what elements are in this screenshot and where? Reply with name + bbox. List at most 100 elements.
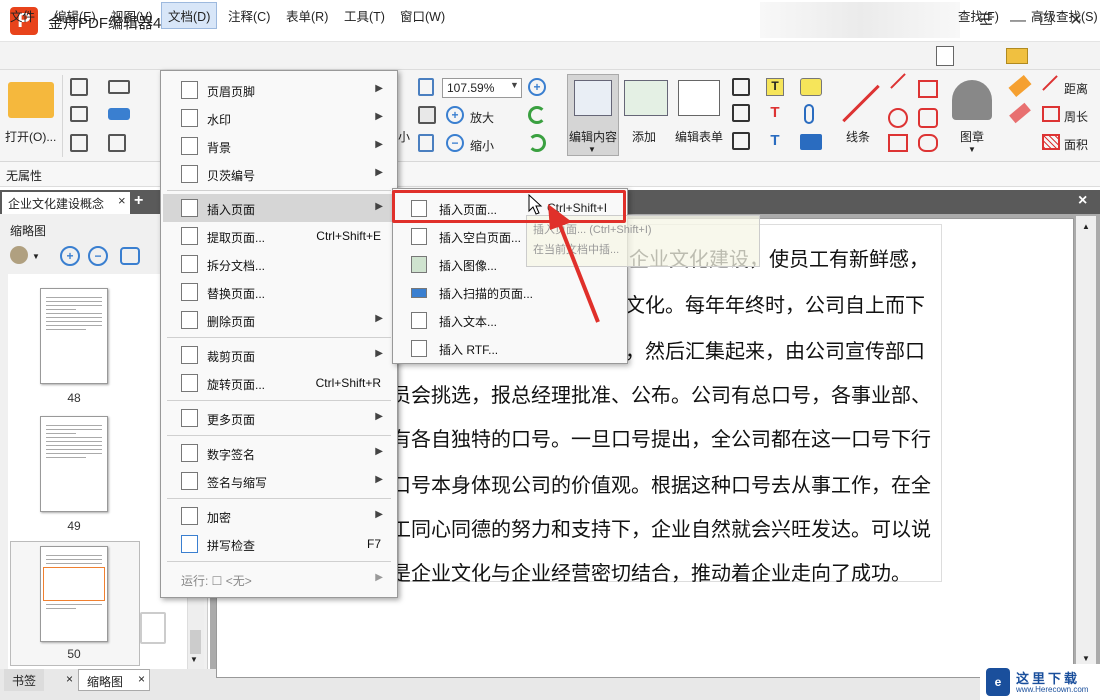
menu-form[interactable]: 表单(R) <box>286 6 328 25</box>
edit-content-dropdown-icon[interactable]: ▼ <box>588 145 596 154</box>
add-content-icon[interactable] <box>624 80 668 116</box>
sound-icon[interactable] <box>800 134 822 150</box>
menu-item-header-footer[interactable]: 页眉页脚 ▶ <box>163 76 395 104</box>
menu-tools[interactable]: 工具(T) <box>344 6 385 25</box>
scan-icon[interactable] <box>108 108 130 120</box>
menu-item-encrypt[interactable]: 加密 ▶ <box>163 502 395 530</box>
distance-label[interactable]: 距离 <box>1064 80 1088 97</box>
rectangle-tool-icon[interactable] <box>888 134 908 152</box>
thumbnail-page-48[interactable] <box>40 288 108 384</box>
callout-icon[interactable] <box>732 132 750 150</box>
highlight-text-icon[interactable]: T <box>766 78 784 96</box>
menu-view[interactable]: 视图(V) <box>111 6 153 25</box>
zoom-out-icon[interactable]: − <box>446 134 464 152</box>
zoom-in-icon[interactable]: + <box>528 78 546 96</box>
submenu-item-insert-rtf[interactable]: 插入 RTF... <box>395 334 625 362</box>
stamp-label[interactable]: 图章 <box>960 128 984 145</box>
polygon-tool-icon[interactable] <box>918 80 938 98</box>
doc-scroll-down-icon[interactable]: ▼ <box>1082 654 1090 663</box>
menu-item-watermark[interactable]: 水印 ▶ <box>163 104 395 132</box>
thumb-zoom-out-icon[interactable]: − <box>88 246 108 266</box>
fit-width-icon[interactable] <box>418 106 436 124</box>
note-icon[interactable] <box>800 78 822 96</box>
advanced-find-button[interactable]: 高级查找(S) <box>1031 6 1098 25</box>
menu-item-background[interactable]: 背景 ▶ <box>163 132 395 160</box>
new-tab-icon[interactable]: + <box>134 192 143 210</box>
menu-item-digital-signature[interactable]: 数字签名 ▶ <box>163 439 395 467</box>
menu-item-spell-check[interactable]: 拼写检查 F7 <box>163 530 395 558</box>
save-icon[interactable] <box>70 78 88 96</box>
menu-item-insert-pages[interactable]: 插入页面 ▶ <box>163 194 395 222</box>
print-icon[interactable] <box>70 106 88 122</box>
menu-item-bates-numbering[interactable]: 贝茨编号 ▶ <box>163 160 395 188</box>
tab-bookmarks[interactable]: 书签 <box>4 669 45 691</box>
menu-item-split-document[interactable]: 拆分文档... <box>163 250 395 278</box>
menu-item-rotate-pages[interactable]: 旋转页面... Ctrl+Shift+R <box>163 369 395 397</box>
open-folder-icon[interactable] <box>8 82 54 118</box>
lines-label[interactable]: 线条 <box>846 128 870 145</box>
area-label[interactable]: 面积 <box>1064 136 1088 153</box>
settings-gear-icon[interactable] <box>10 246 28 264</box>
doc-scroll-up-icon[interactable]: ▲ <box>1082 222 1090 231</box>
find-button[interactable]: 查找(F) <box>958 6 999 25</box>
zoom-in-small-icon[interactable]: + <box>446 106 464 124</box>
thumbnail-scroll-thumb[interactable] <box>190 630 201 654</box>
edit-form-icon[interactable] <box>678 80 720 116</box>
attach-icon[interactable] <box>804 104 814 124</box>
menu-window[interactable]: 窗口(W) <box>400 6 445 25</box>
export-icon[interactable] <box>70 134 88 152</box>
cloud-tool-icon[interactable] <box>918 134 938 152</box>
submenu-arrow-icon: ▶ <box>375 509 383 520</box>
rotate-cw-icon[interactable] <box>528 106 546 124</box>
fit-page-icon[interactable] <box>418 78 434 96</box>
menu-comment[interactable]: 注释(C) <box>228 6 270 25</box>
underline-icon[interactable]: T <box>766 132 784 150</box>
zoom-out-label[interactable]: 缩小 <box>470 137 494 154</box>
thumb-zoom-in-icon[interactable]: + <box>60 246 80 266</box>
close-document-icon[interactable]: × <box>1078 192 1087 210</box>
stamp-dropdown-icon[interactable]: ▼ <box>968 145 976 154</box>
document-scrollbar[interactable] <box>1076 216 1096 671</box>
tab-document[interactable]: 企业文化建设概念 <box>2 192 130 214</box>
thumbnail-page-50[interactable] <box>40 546 108 642</box>
thumbnail-page-49[interactable] <box>40 416 108 512</box>
settings-dropdown-icon[interactable]: ▼ <box>32 252 40 261</box>
scroll-down-icon[interactable]: ▼ <box>190 655 198 664</box>
doc-line-7: 工同心同德的努力和支持下，企业自然就会兴旺发达。可以说 <box>391 519 931 541</box>
new-doc-icon[interactable] <box>108 134 126 152</box>
edit-content-label[interactable]: 编辑内容 <box>569 128 617 145</box>
stamp-icon[interactable] <box>952 80 992 120</box>
zoom-in-label[interactable]: 放大 <box>470 109 494 126</box>
tab-close-icon[interactable]: × <box>118 193 126 208</box>
menu-item-crop-pages[interactable]: 裁剪页面 ▶ <box>163 341 395 369</box>
submenu-arrow-icon: ▶ <box>375 139 383 150</box>
add-label[interactable]: 添加 <box>632 128 656 145</box>
open-button-label[interactable]: 打开(O)... <box>5 128 56 145</box>
rotate-ccw-icon[interactable] <box>528 134 546 152</box>
perimeter-label[interactable]: 周长 <box>1064 108 1088 125</box>
area-icon[interactable] <box>1042 134 1060 150</box>
menu-edit[interactable]: 编辑(E) <box>54 6 96 25</box>
menu-document[interactable]: 文档(D) <box>161 2 218 29</box>
menu-item-extract-pages[interactable]: 提取页面... Ctrl+Shift+E <box>163 222 395 250</box>
text-field-icon[interactable] <box>732 104 750 122</box>
text-box-icon[interactable] <box>732 78 750 96</box>
zoom-dropdown-icon[interactable]: ▼ <box>510 80 519 90</box>
rotate-90-icon[interactable] <box>120 247 140 265</box>
menu-item-more-pages[interactable]: 更多页面 ▶ <box>163 404 395 432</box>
pentagon-tool-icon[interactable] <box>918 108 938 128</box>
strikeout-icon[interactable]: T <box>766 104 784 122</box>
bookmarks-close-icon[interactable]: × <box>66 672 73 686</box>
ribbon-separator <box>62 75 63 157</box>
menu-item-replace-pages[interactable]: 替换页面... <box>163 278 395 306</box>
edit-form-label[interactable]: 编辑表单 <box>675 128 723 145</box>
minimize-button[interactable]: — <box>1007 10 1029 32</box>
menu-item-delete-pages[interactable]: 删除页面 ▶ <box>163 306 395 334</box>
perimeter-icon[interactable] <box>1042 106 1060 122</box>
actual-size-icon[interactable] <box>418 134 434 152</box>
email-icon[interactable] <box>108 80 130 94</box>
ellipse-tool-icon[interactable] <box>888 108 908 128</box>
menu-item-sign-initials[interactable]: 签名与缩写 ▶ <box>163 467 395 495</box>
thumbnails-close-icon[interactable]: × <box>138 672 145 686</box>
menu-file[interactable]: 文件 <box>10 6 35 25</box>
